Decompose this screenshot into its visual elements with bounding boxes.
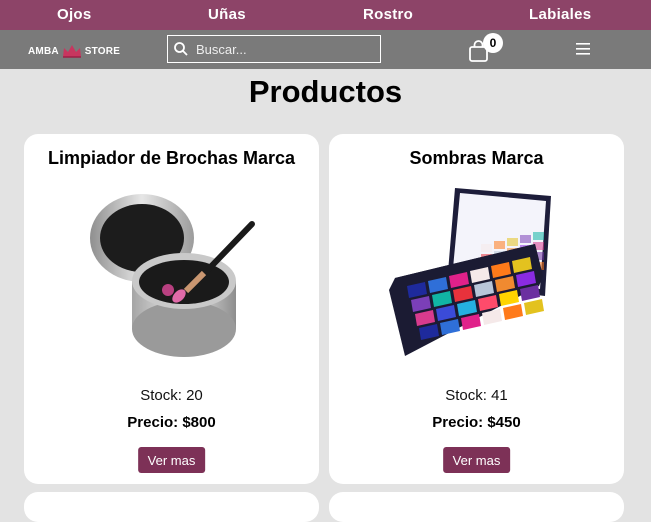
nav-link-rostro[interactable]: Rostro	[363, 6, 413, 23]
search-icon	[174, 42, 188, 56]
search-input[interactable]	[194, 40, 368, 58]
cart-count-badge: 0	[483, 33, 503, 53]
brush-cleaner-image	[90, 194, 255, 357]
product-stock: Stock: 20	[140, 387, 203, 404]
category-nav: Ojos Uñas Rostro Labiales	[0, 0, 651, 30]
view-more-button[interactable]: Ver mas	[442, 447, 511, 473]
product-price: Precio: $800	[127, 414, 216, 431]
logo-text-right: STORE	[84, 45, 121, 57]
nav-link-labiales[interactable]: Labiales	[529, 6, 591, 23]
toolbar: AMBA STORE 0	[0, 30, 651, 69]
product-stock: Stock: 41	[445, 387, 508, 404]
eyeshadow-palette-image	[389, 188, 551, 356]
product-card: Limpiador de Brochas Marca Stock: 20 Pre…	[24, 134, 319, 484]
product-card	[329, 492, 624, 522]
logo-text-left: AMBA	[28, 45, 59, 57]
product-name: Limpiador de Brochas Marca	[47, 148, 296, 168]
product-name: Sombras Marca	[409, 148, 544, 168]
hamburger-menu-icon[interactable]	[576, 43, 590, 55]
product-price: Precio: $450	[432, 414, 521, 431]
product-card: Sombras Marca Stock: 41 Precio: $450 Ver…	[329, 134, 624, 484]
view-more-button[interactable]: Ver mas	[137, 447, 206, 473]
page-title: Productos	[248, 74, 403, 109]
nav-link-ojos[interactable]: Ojos	[57, 6, 92, 23]
search-box[interactable]	[167, 35, 381, 63]
crown-icon	[62, 45, 81, 58]
nav-link-unas[interactable]: Uñas	[208, 6, 246, 23]
cart-button[interactable]: 0	[468, 33, 508, 64]
store-logo[interactable]: AMBA STORE	[28, 44, 120, 58]
product-card	[24, 492, 319, 522]
